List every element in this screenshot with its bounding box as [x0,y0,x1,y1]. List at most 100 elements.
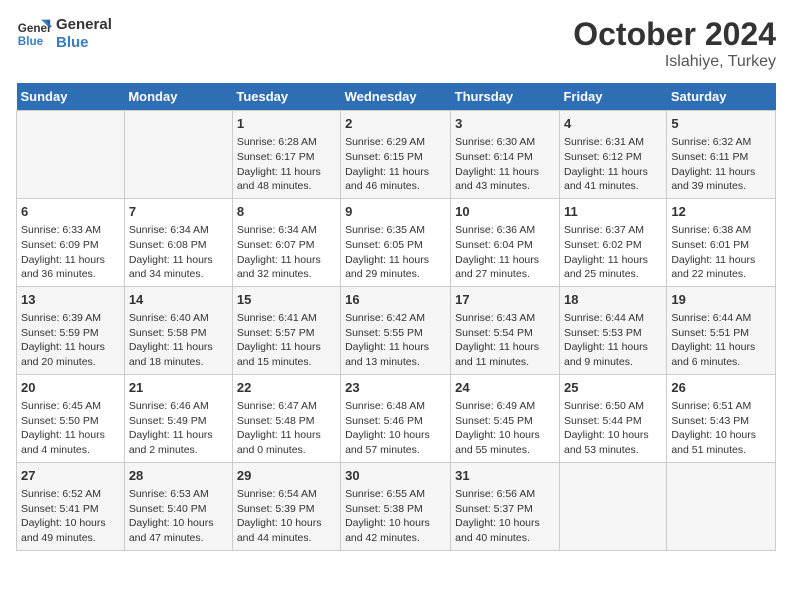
calendar-cell-week4-day3: 22 Sunrise: 6:47 AM Sunset: 5:48 PM Dayli… [232,374,340,462]
day-info: Sunrise: 6:48 AM Sunset: 5:46 PM Dayligh… [345,399,446,458]
day-info: Sunrise: 6:50 AM Sunset: 5:44 PM Dayligh… [564,399,662,458]
calendar-cell-week1-day5: 3 Sunrise: 6:30 AM Sunset: 6:14 PM Daylig… [451,111,560,199]
day-info: Sunrise: 6:56 AM Sunset: 5:37 PM Dayligh… [455,487,555,546]
day-info: Sunrise: 6:33 AM Sunset: 6:09 PM Dayligh… [21,223,120,282]
day-number: 3 [455,115,555,133]
day-number: 5 [671,115,771,133]
day-number: 12 [671,203,771,221]
day-number: 15 [237,291,336,309]
day-number: 1 [237,115,336,133]
header-wednesday: Wednesday [341,83,451,111]
day-info: Sunrise: 6:42 AM Sunset: 5:55 PM Dayligh… [345,311,446,370]
day-info: Sunrise: 6:28 AM Sunset: 6:17 PM Dayligh… [237,135,336,194]
day-info: Sunrise: 6:38 AM Sunset: 6:01 PM Dayligh… [671,223,771,282]
header-saturday: Saturday [667,83,776,111]
month-year: October 2024 [573,16,776,53]
calendar-cell-week2-day7: 12 Sunrise: 6:38 AM Sunset: 6:01 PM Dayli… [667,198,776,286]
calendar-cell-week1-day3: 1 Sunrise: 6:28 AM Sunset: 6:17 PM Daylig… [232,111,340,199]
header-tuesday: Tuesday [232,83,340,111]
day-number: 25 [564,379,662,397]
calendar-cell-week2-day1: 6 Sunrise: 6:33 AM Sunset: 6:09 PM Daylig… [17,198,125,286]
calendar-cell-week2-day4: 9Sunrise: 6:35 AM Sunset: 6:05 PM Daylig… [341,198,451,286]
month-title: October 2024 Islahiye, Turkey [573,16,776,71]
calendar-cell-week2-day3: 8Sunrise: 6:34 AM Sunset: 6:07 PM Daylig… [232,198,340,286]
day-number: 2 [345,115,446,133]
day-info: Sunrise: 6:47 AM Sunset: 5:48 PM Dayligh… [237,399,336,458]
day-number: 22 [237,379,336,397]
calendar-week-1: 1 Sunrise: 6:28 AM Sunset: 6:17 PM Daylig… [17,111,776,199]
calendar-cell-week4-day6: 25 Sunrise: 6:50 AM Sunset: 5:44 PM Dayli… [559,374,666,462]
day-info: Sunrise: 6:31 AM Sunset: 6:12 PM Dayligh… [564,135,662,194]
day-info: Sunrise: 6:54 AM Sunset: 5:39 PM Dayligh… [237,487,336,546]
day-info: Sunrise: 6:29 AM Sunset: 6:15 PM Dayligh… [345,135,446,194]
logo: General Blue General Blue [16,16,112,52]
calendar-cell-week3-day6: 18Sunrise: 6:44 AM Sunset: 5:53 PM Dayli… [559,286,666,374]
logo-text-general: General [56,16,112,34]
calendar-cell-week3-day1: 13 Sunrise: 6:39 AM Sunset: 5:59 PM Dayli… [17,286,125,374]
day-info: Sunrise: 6:45 AM Sunset: 5:50 PM Dayligh… [21,399,120,458]
day-number: 17 [455,291,555,309]
day-number: 19 [671,291,771,309]
header-monday: Monday [124,83,232,111]
day-number: 18 [564,291,662,309]
calendar-week-3: 13 Sunrise: 6:39 AM Sunset: 5:59 PM Dayli… [17,286,776,374]
calendar-week-5: 27 Sunrise: 6:52 AM Sunset: 5:41 PM Dayli… [17,462,776,550]
calendar-cell-week4-day7: 26 Sunrise: 6:51 AM Sunset: 5:43 PM Dayli… [667,374,776,462]
calendar-cell-week1-day4: 2 Sunrise: 6:29 AM Sunset: 6:15 PM Daylig… [341,111,451,199]
calendar-cell-week5-day6 [559,462,666,550]
day-number: 6 [21,203,120,221]
day-info: Sunrise: 6:55 AM Sunset: 5:38 PM Dayligh… [345,487,446,546]
day-number: 23 [345,379,446,397]
location: Islahiye, Turkey [573,53,776,71]
day-number: 31 [455,467,555,485]
logo-icon: General Blue [16,16,52,52]
calendar-cell-week4-day1: 20 Sunrise: 6:45 AM Sunset: 5:50 PM Dayli… [17,374,125,462]
page-header: General Blue General Blue October 2024 I… [16,16,776,71]
day-number: 20 [21,379,120,397]
day-info: Sunrise: 6:34 AM Sunset: 6:07 PM Dayligh… [237,223,336,282]
header-sunday: Sunday [17,83,125,111]
calendar-cell-week1-day6: 4Sunrise: 6:31 AM Sunset: 6:12 PM Daylig… [559,111,666,199]
calendar-cell-week4-day2: 21Sunrise: 6:46 AM Sunset: 5:49 PM Dayli… [124,374,232,462]
day-info: Sunrise: 6:53 AM Sunset: 5:40 PM Dayligh… [129,487,228,546]
calendar-cell-week4-day4: 23 Sunrise: 6:48 AM Sunset: 5:46 PM Dayli… [341,374,451,462]
day-info: Sunrise: 6:39 AM Sunset: 5:59 PM Dayligh… [21,311,120,370]
day-info: Sunrise: 6:51 AM Sunset: 5:43 PM Dayligh… [671,399,771,458]
calendar-cell-week3-day2: 14Sunrise: 6:40 AM Sunset: 5:58 PM Dayli… [124,286,232,374]
day-info: Sunrise: 6:44 AM Sunset: 5:51 PM Dayligh… [671,311,771,370]
calendar-cell-week3-day4: 16 Sunrise: 6:42 AM Sunset: 5:55 PM Dayli… [341,286,451,374]
calendar-cell-week4-day5: 24Sunrise: 6:49 AM Sunset: 5:45 PM Dayli… [451,374,560,462]
day-number: 9 [345,203,446,221]
day-number: 16 [345,291,446,309]
calendar-table: SundayMondayTuesdayWednesdayThursdayFrid… [16,83,776,551]
day-info: Sunrise: 6:36 AM Sunset: 6:04 PM Dayligh… [455,223,555,282]
day-number: 26 [671,379,771,397]
day-info: Sunrise: 6:30 AM Sunset: 6:14 PM Dayligh… [455,135,555,194]
calendar-cell-week5-day1: 27 Sunrise: 6:52 AM Sunset: 5:41 PM Dayli… [17,462,125,550]
day-number: 11 [564,203,662,221]
day-number: 14 [129,291,228,309]
day-number: 29 [237,467,336,485]
day-number: 30 [345,467,446,485]
calendar-week-4: 20 Sunrise: 6:45 AM Sunset: 5:50 PM Dayli… [17,374,776,462]
day-info: Sunrise: 6:52 AM Sunset: 5:41 PM Dayligh… [21,487,120,546]
calendar-header-row: SundayMondayTuesdayWednesdayThursdayFrid… [17,83,776,111]
day-number: 13 [21,291,120,309]
day-info: Sunrise: 6:41 AM Sunset: 5:57 PM Dayligh… [237,311,336,370]
calendar-cell-week5-day4: 30 Sunrise: 6:55 AM Sunset: 5:38 PM Dayli… [341,462,451,550]
svg-text:Blue: Blue [18,35,44,48]
calendar-cell-week2-day6: 11Sunrise: 6:37 AM Sunset: 6:02 PM Dayli… [559,198,666,286]
calendar-cell-week3-day5: 17Sunrise: 6:43 AM Sunset: 5:54 PM Dayli… [451,286,560,374]
calendar-week-2: 6 Sunrise: 6:33 AM Sunset: 6:09 PM Daylig… [17,198,776,286]
day-number: 28 [129,467,228,485]
day-number: 24 [455,379,555,397]
day-number: 27 [21,467,120,485]
calendar-cell-week1-day7: 5Sunrise: 6:32 AM Sunset: 6:11 PM Daylig… [667,111,776,199]
calendar-cell-week5-day5: 31 Sunrise: 6:56 AM Sunset: 5:37 PM Dayli… [451,462,560,550]
day-info: Sunrise: 6:46 AM Sunset: 5:49 PM Dayligh… [129,399,228,458]
logo-text-blue: Blue [56,34,112,52]
calendar-cell-week5-day7 [667,462,776,550]
day-info: Sunrise: 6:34 AM Sunset: 6:08 PM Dayligh… [129,223,228,282]
calendar-cell-week2-day2: 7Sunrise: 6:34 AM Sunset: 6:08 PM Daylig… [124,198,232,286]
calendar-cell-week5-day2: 28 Sunrise: 6:53 AM Sunset: 5:40 PM Dayli… [124,462,232,550]
